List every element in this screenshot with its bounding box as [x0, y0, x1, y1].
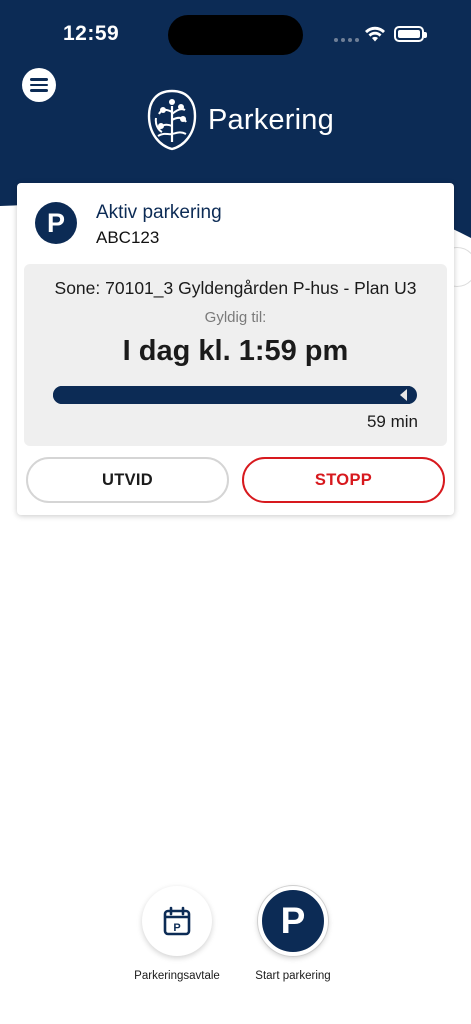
parking-agreement-circle[interactable]: P — [142, 886, 212, 956]
svg-text:P: P — [173, 922, 180, 934]
valid-until-time: I dag kl. 1:59 pm — [122, 335, 349, 367]
extend-button[interactable]: UTVID — [26, 457, 229, 503]
start-parking-circle[interactable]: P — [258, 886, 328, 956]
parking-agreement-label: Parkeringsavtale — [134, 970, 220, 982]
start-parking-button[interactable]: P Start parkering — [233, 886, 353, 982]
zone-label: Sone: 70101_3 Gyldengården P-hus - Plan … — [54, 278, 417, 298]
time-progress-bar — [53, 386, 417, 404]
card-title: Aktiv parkering — [96, 202, 222, 223]
dynamic-island — [168, 15, 303, 55]
valid-until-label: Gyldig til: — [204, 309, 267, 326]
status-bar: 12:59 — [0, 0, 471, 70]
app-title: Parkering — [208, 103, 334, 136]
parking-info-panel: Sone: 70101_3 Gyldengården P-hus - Plan … — [24, 264, 447, 446]
battery-icon — [394, 26, 427, 42]
app-logo: Parkering — [146, 88, 334, 152]
cellular-signal-icon — [334, 38, 359, 42]
menu-button[interactable] — [22, 68, 56, 102]
hamburger-menu-icon — [30, 78, 48, 81]
status-time: 12:59 — [63, 22, 120, 45]
time-progress-fill — [53, 386, 410, 404]
calendar-parking-icon: P — [163, 906, 191, 936]
city-seal-icon — [147, 89, 197, 151]
progress-marker-icon — [400, 389, 407, 401]
license-plate: ABC123 — [96, 228, 160, 247]
stop-button[interactable]: STOPP — [242, 457, 445, 503]
parking-agreement-button[interactable]: P Parkeringsavtale — [117, 886, 237, 982]
start-parking-label: Start parkering — [255, 970, 331, 982]
parking-p-icon: P — [35, 202, 77, 244]
active-parking-card: P Aktiv parkering ABC123 Sone: 70101_3 G… — [17, 183, 454, 515]
wifi-icon — [365, 26, 385, 42]
time-remaining: 59 min — [366, 412, 418, 431]
